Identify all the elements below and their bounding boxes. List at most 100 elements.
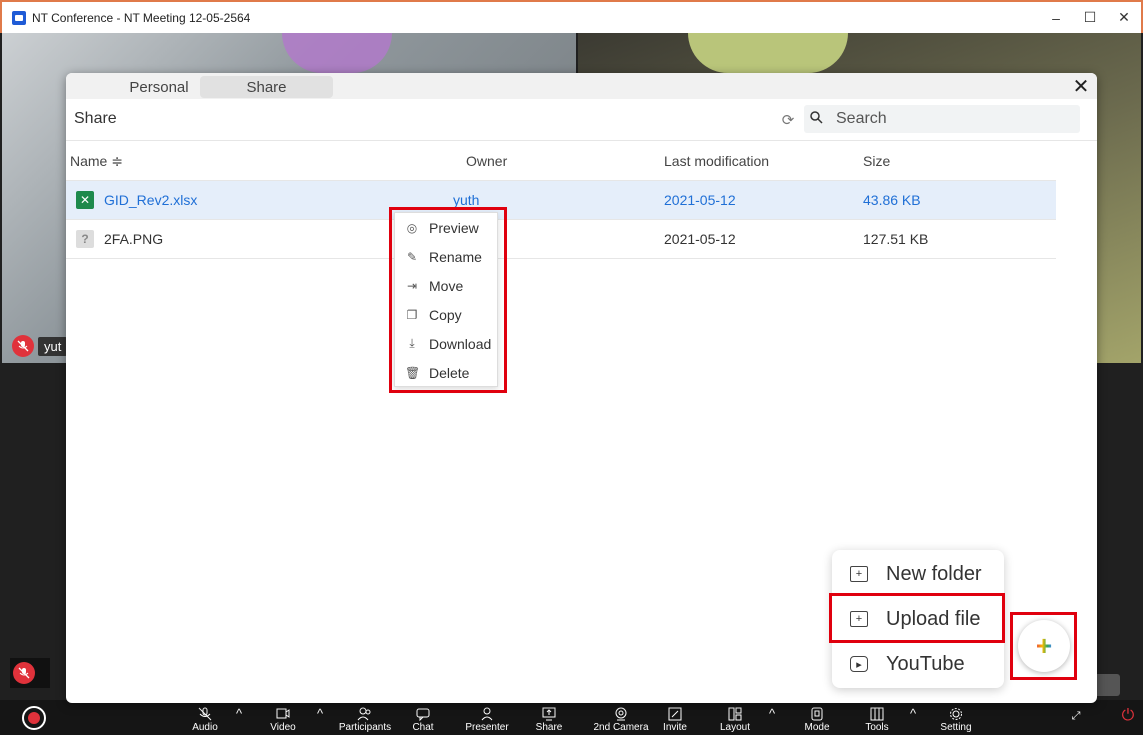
window-controls: – ☐ ✕: [1039, 2, 1141, 33]
youtube-item[interactable]: ▸ YouTube: [832, 643, 1004, 685]
meeting-toolbar: Audio ^ Video ^ Participants Chat Presen…: [0, 700, 1143, 735]
toolbar-participants-label: Participants: [338, 722, 392, 733]
context-download[interactable]: ⤓ Download: [395, 329, 497, 358]
section-title: Share: [74, 110, 117, 127]
table-header: Name ≑ Owner Last modification Size: [66, 141, 1056, 181]
power-icon[interactable]: ⏻: [1118, 706, 1138, 726]
toolbar-presenter[interactable]: Presenter: [460, 700, 514, 735]
share-header: Share ⟳: [66, 99, 1097, 141]
maximize-button[interactable]: ☐: [1073, 2, 1107, 33]
youtube-icon: ▸: [850, 656, 868, 672]
column-name[interactable]: Name ≑: [70, 153, 123, 170]
file-name[interactable]: 2FA.PNG: [104, 231, 163, 247]
context-preview-label: Preview: [429, 219, 479, 236]
close-modal-button[interactable]: ✕: [1070, 75, 1092, 98]
chat-icon: [416, 708, 430, 721]
close-window-button[interactable]: ✕: [1107, 2, 1141, 33]
toolbar-2nd-camera[interactable]: 2nd Camera: [592, 700, 650, 735]
file-owner: yuth: [453, 192, 480, 208]
toolbar-video[interactable]: Video: [266, 700, 300, 735]
refresh-icon[interactable]: ⟳: [779, 111, 797, 129]
context-rename[interactable]: ✎ Rename: [395, 242, 497, 271]
toolbar-share-label: Share: [535, 722, 563, 733]
toolbar-tools[interactable]: Tools: [862, 700, 892, 735]
window-title: NT Conference - NT Meeting 12-05-2564: [32, 10, 251, 25]
file-modified: 2021-05-12: [664, 192, 736, 208]
file-table: Name ≑ Owner Last modification Size ✕ GI…: [66, 141, 1056, 259]
file-size: 43.86 KB: [863, 192, 921, 208]
new-folder-item[interactable]: + New folder: [832, 553, 1004, 595]
context-move[interactable]: ⇥ Move: [395, 271, 497, 300]
context-download-label: Download: [429, 335, 492, 352]
file-modified: 2021-05-12: [664, 231, 736, 247]
context-delete-label: Delete: [429, 364, 470, 381]
tab-share[interactable]: Share: [200, 76, 333, 98]
context-rename-label: Rename: [429, 248, 482, 265]
record-button[interactable]: [22, 706, 46, 730]
layout-icon: [728, 707, 742, 721]
plus-icon: +: [1035, 630, 1053, 661]
toolbar-presenter-label: Presenter: [465, 722, 509, 733]
share-screen-icon: [542, 707, 556, 721]
copy-icon: ❐: [406, 307, 418, 322]
add-button[interactable]: +: [1018, 620, 1070, 672]
column-owner: Owner: [466, 153, 508, 169]
minimize-button[interactable]: –: [1039, 2, 1073, 33]
new-folder-label: New folder: [886, 562, 982, 585]
toolbar-invite[interactable]: Invite: [660, 700, 690, 735]
toolbar-mode[interactable]: Mode: [802, 700, 832, 735]
toolbar-invite-label: Invite: [663, 722, 687, 733]
participant-name: yut: [38, 336, 68, 356]
search-input[interactable]: [836, 106, 1076, 132]
upload-file-item[interactable]: + Upload file: [832, 598, 1004, 640]
mic-icon: [198, 707, 212, 721]
audio-caret-icon[interactable]: ^: [236, 706, 242, 721]
context-copy[interactable]: ❐ Copy: [395, 300, 497, 329]
modal-tabs: Personal Share ✕: [66, 73, 1097, 99]
eye-icon: ◎: [406, 220, 418, 235]
tools-icon: [870, 707, 884, 721]
mic-off-icon: [12, 335, 34, 357]
unknown-file-icon: ?: [76, 230, 94, 248]
file-name[interactable]: GID_Rev2.xlsx: [104, 192, 197, 208]
search-icon: [804, 111, 828, 127]
mode-icon: [811, 707, 823, 721]
mic-off-icon: [13, 662, 35, 684]
toolbar-participants[interactable]: Participants: [334, 700, 396, 735]
move-icon: ⇥: [406, 278, 418, 293]
self-view-tag: [10, 658, 50, 688]
gear-icon: [950, 708, 962, 720]
column-modified: Last modification: [664, 153, 770, 169]
tools-caret-icon[interactable]: ^: [910, 706, 916, 721]
context-copy-label: Copy: [429, 306, 462, 323]
download-icon: ⤓: [409, 336, 415, 350]
app-icon: [12, 10, 26, 25]
table-row[interactable]: ✕ GID_Rev2.xlsx yuth 2021-05-12 43.86 KB: [66, 181, 1056, 220]
fullscreen-icon[interactable]: ⤢: [1066, 706, 1086, 726]
toolbar-audio[interactable]: Audio: [188, 700, 222, 735]
file-share-modal: Personal Share ✕ Share ⟳ Name ≑ Owner La…: [66, 73, 1097, 703]
toolbar-audio-label: Audio: [192, 722, 218, 733]
toolbar-layout-label: Layout: [719, 722, 751, 733]
new-folder-icon: +: [850, 566, 868, 582]
table-row[interactable]: ? 2FA.PNG 2021-05-12 127.51 KB: [66, 220, 1056, 259]
toolbar-mode-label: Mode: [804, 722, 830, 733]
presenter-icon: [481, 707, 493, 721]
toolbar-chat[interactable]: Chat: [408, 700, 438, 735]
pencil-icon: ✎: [406, 249, 418, 264]
context-preview[interactable]: ◎ Preview: [395, 213, 497, 242]
toolbar-share[interactable]: Share: [532, 700, 566, 735]
toolbar-layout[interactable]: Layout: [718, 700, 752, 735]
context-move-label: Move: [429, 277, 464, 294]
video-caret-icon[interactable]: ^: [317, 706, 323, 721]
context-delete[interactable]: 🗑 Delete: [395, 358, 497, 387]
upload-file-icon: +: [850, 611, 868, 627]
invite-icon: [668, 707, 682, 721]
add-menu: + New folder + Upload file ▸ YouTube: [832, 550, 1004, 688]
toolbar-video-label: Video: [270, 722, 296, 733]
toolbar-2nd-camera-label: 2nd Camera: [593, 722, 649, 733]
layout-caret-icon[interactable]: ^: [769, 706, 775, 721]
participants-icon: [357, 707, 371, 721]
toolbar-setting[interactable]: Setting: [936, 700, 976, 735]
camera-icon: [276, 708, 290, 719]
